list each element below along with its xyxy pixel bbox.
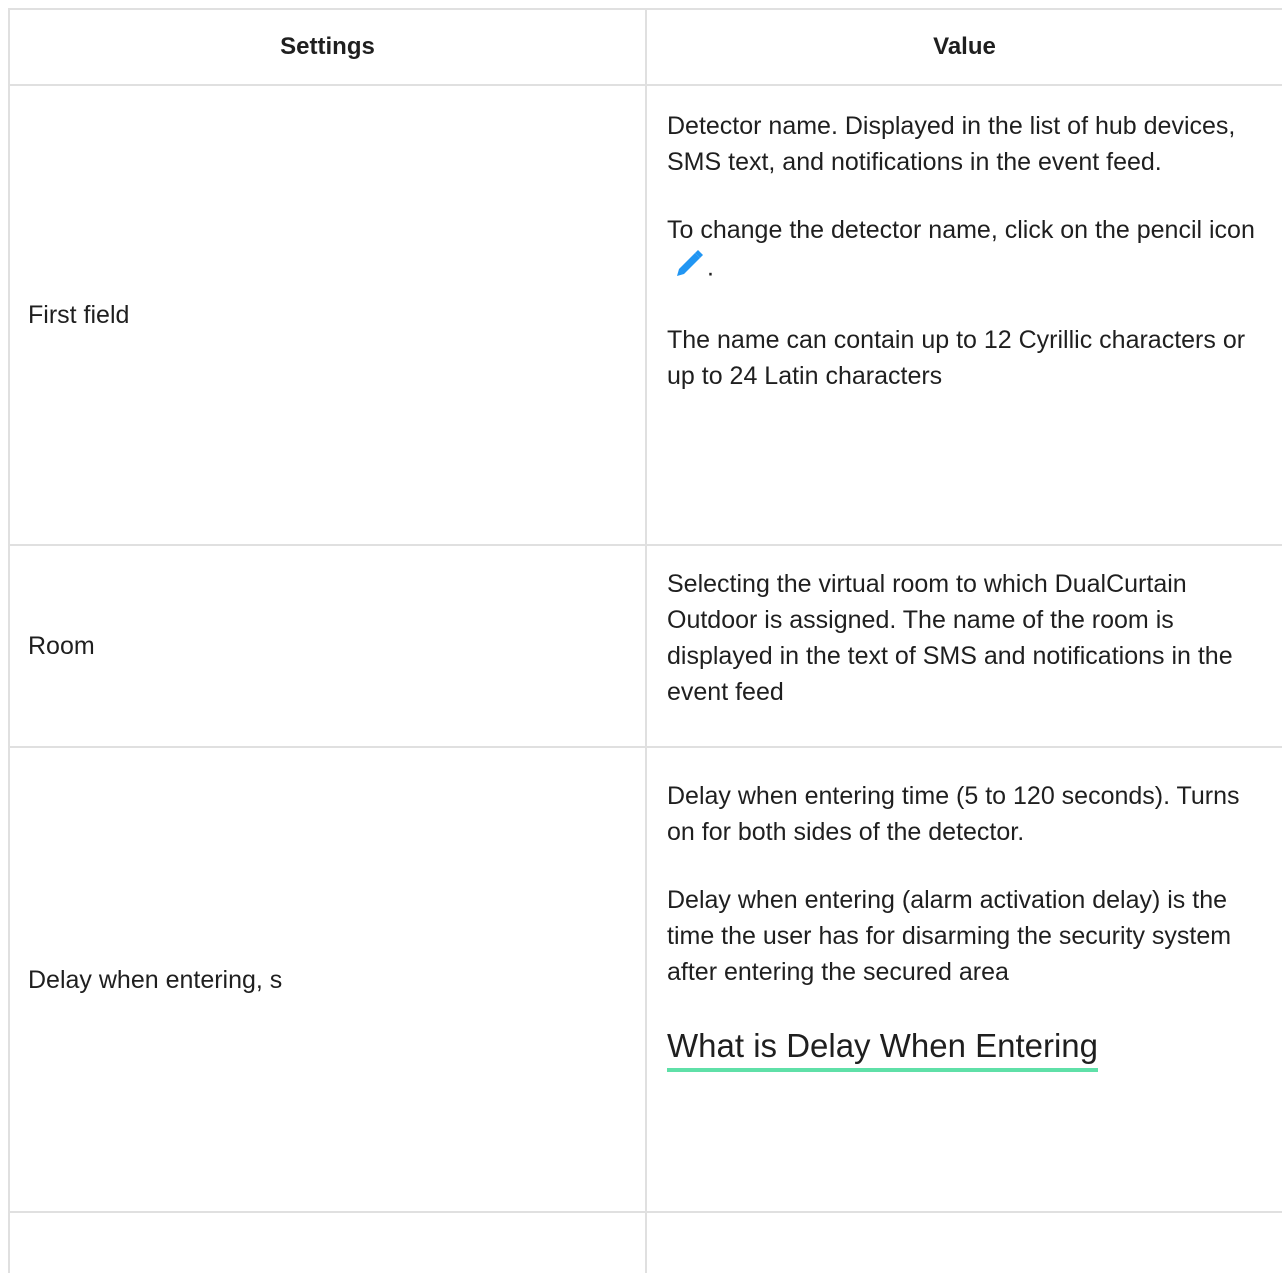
- setting-value: [647, 1213, 1282, 1273]
- settings-table: Settings Value First field Detector name…: [8, 8, 1282, 1273]
- value-paragraph: Delay when entering time (5 to 120 secon…: [667, 782, 1240, 846]
- pencil-instruction: To change the detector name, click on th…: [667, 216, 1255, 244]
- setting-value: Selecting the virtual room to which Dual…: [647, 546, 1282, 746]
- delay-when-entering-link[interactable]: What is Delay When Entering: [667, 1024, 1099, 1072]
- setting-name: Delay when entering, s: [10, 748, 647, 1211]
- pencil-icon: [673, 248, 705, 290]
- setting-name: Room: [10, 546, 647, 746]
- setting-name: [10, 1213, 647, 1273]
- setting-value: Detector name. Displayed in the list of …: [647, 86, 1282, 544]
- value-paragraph: Selecting the virtual room to which Dual…: [667, 570, 1233, 706]
- table-row: First field Detector name. Displayed in …: [10, 86, 1282, 546]
- value-paragraph-pencil: To change the detector name, click on th…: [667, 212, 1264, 290]
- header-value: Value: [933, 33, 996, 60]
- header-settings: Settings: [10, 10, 647, 84]
- value-paragraph: The name can contain up to 12 Cyrillic c…: [667, 326, 1246, 390]
- value-paragraph: Delay when entering (alarm activation de…: [667, 886, 1232, 986]
- pencil-suffix: .: [707, 253, 714, 282]
- setting-name: First field: [10, 86, 647, 544]
- table-row: [10, 1213, 1282, 1273]
- table-row: Delay when entering, s Delay when enteri…: [10, 748, 1282, 1213]
- setting-value: Delay when entering time (5 to 120 secon…: [647, 748, 1282, 1211]
- table-row: Room Selecting the virtual room to which…: [10, 546, 1282, 748]
- value-paragraph: Detector name. Displayed in the list of …: [667, 112, 1236, 176]
- table-header-row: Settings Value: [10, 10, 1282, 86]
